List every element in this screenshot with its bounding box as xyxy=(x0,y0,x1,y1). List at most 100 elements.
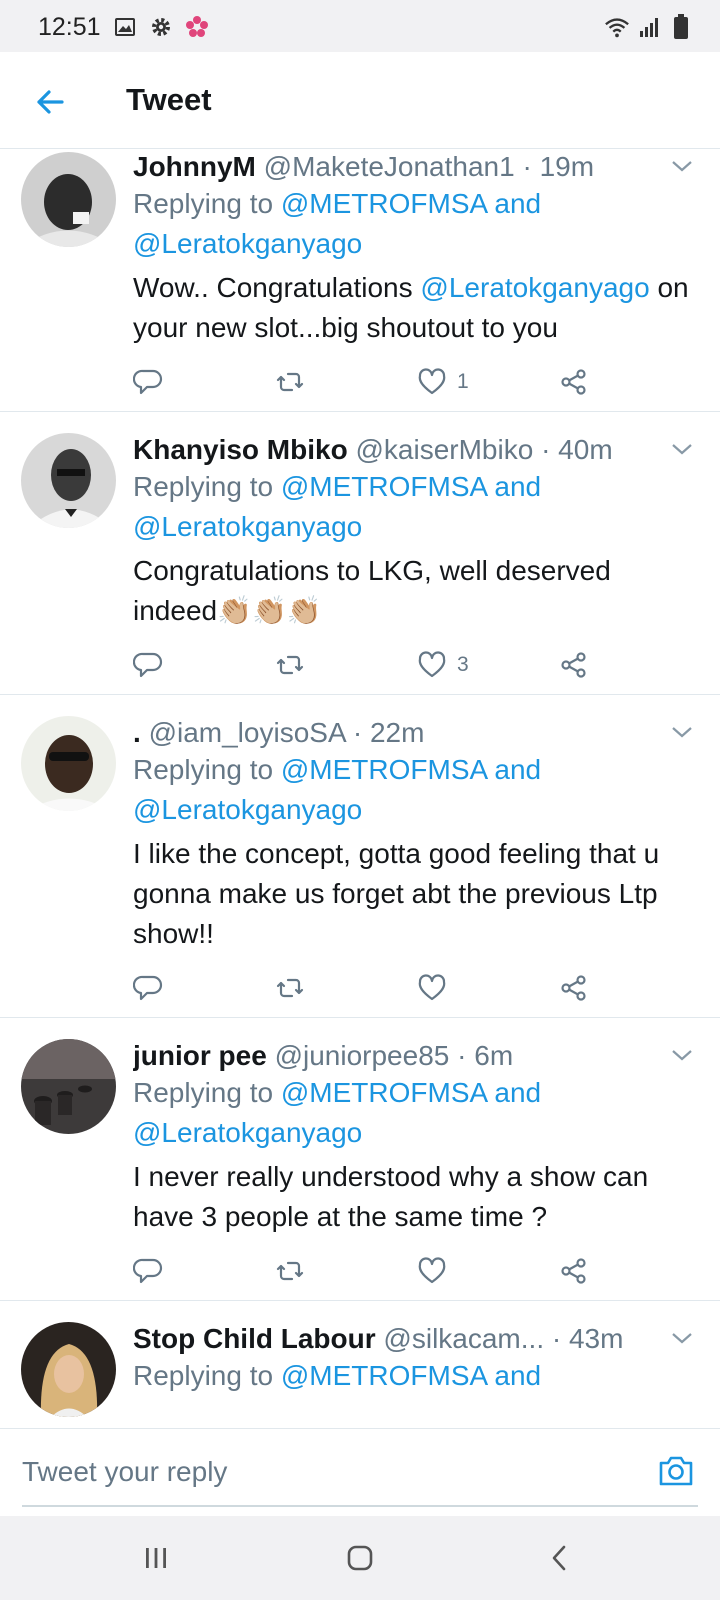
reply-mention-link[interactable]: @METROFMSA and xyxy=(281,1360,541,1391)
tweet-item[interactable]: JohnnyM @MaketeJonathan1 · 19m Replying … xyxy=(0,150,720,412)
tweet-item[interactable]: . @iam_loyisoSA · 22m Replying to @METRO… xyxy=(0,696,720,1018)
tweet-time: · 40m xyxy=(541,434,613,465)
share-button[interactable] xyxy=(559,645,589,685)
share-button[interactable] xyxy=(559,968,589,1008)
recents-icon xyxy=(146,1548,166,1568)
avatar[interactable] xyxy=(21,1039,116,1134)
reply-button[interactable] xyxy=(133,645,163,685)
reply-button[interactable] xyxy=(133,968,163,1008)
reply-button[interactable] xyxy=(133,1251,163,1291)
avatar[interactable] xyxy=(21,1322,116,1417)
tweet-actions: 3 xyxy=(133,645,603,685)
camera-icon xyxy=(659,1456,693,1486)
reply-mention-link[interactable]: @Leratokganyago xyxy=(133,228,362,259)
share-icon xyxy=(561,975,586,1001)
display-name[interactable]: junior pee xyxy=(133,1040,267,1071)
heart-icon xyxy=(418,368,446,395)
tweet-time: · 43m xyxy=(551,1323,624,1354)
home-button[interactable] xyxy=(340,1538,380,1578)
app-header: Tweet xyxy=(0,52,720,149)
reply-mention-link[interactable]: @METROFMSA and xyxy=(281,1077,541,1108)
tweet-actions xyxy=(133,1251,603,1291)
avatar[interactable] xyxy=(21,433,116,528)
reply-input[interactable] xyxy=(22,1447,622,1497)
retweet-button[interactable] xyxy=(275,362,305,402)
like-count: 3 xyxy=(457,653,469,676)
avatar[interactable] xyxy=(21,152,116,247)
signal-icon xyxy=(636,14,662,40)
chevron-down-icon[interactable] xyxy=(668,1324,696,1352)
heart-icon xyxy=(418,974,446,1001)
display-name[interactable]: Khanyiso Mbiko xyxy=(133,434,348,465)
tweet-text: Wow.. Congratulations @Leratokganyago on… xyxy=(133,272,689,343)
like-button[interactable]: 3 xyxy=(417,645,469,685)
retweet-button[interactable] xyxy=(275,968,305,1008)
replying-to: Replying to @METROFMSA and @Leratokganya… xyxy=(133,471,542,542)
system-nav-bar xyxy=(0,1516,720,1600)
mention-link[interactable]: @Leratokganyago xyxy=(420,272,649,303)
replying-to: Replying to @METROFMSA and @Leratokganya… xyxy=(133,1077,542,1148)
like-button[interactable]: 1 xyxy=(417,362,469,402)
reply-button[interactable] xyxy=(133,362,163,402)
chevron-down-icon[interactable] xyxy=(668,435,696,463)
retweet-button[interactable] xyxy=(275,645,305,685)
flower-icon xyxy=(184,14,210,40)
like-button[interactable] xyxy=(417,968,447,1008)
user-handle[interactable]: @juniorpee85 xyxy=(275,1040,450,1071)
camera-button[interactable] xyxy=(656,1451,696,1491)
replying-to: Replying to @METROFMSA and xyxy=(133,1360,542,1391)
display-name[interactable]: . xyxy=(133,717,141,748)
tweet-text: Congratulations to LKG, well deserved in… xyxy=(133,555,611,626)
reply-mention-link[interactable]: @Leratokganyago xyxy=(133,1117,362,1148)
heart-icon xyxy=(418,1257,446,1284)
user-handle[interactable]: @iam_loyisoSA xyxy=(149,717,346,748)
reply-mention-link[interactable]: @Leratokganyago xyxy=(133,511,362,542)
heart-icon xyxy=(418,651,446,678)
nav-back-button[interactable] xyxy=(540,1538,580,1578)
retweet-icon xyxy=(276,655,304,675)
tweet-item[interactable]: Stop Child Labour @silkacam... · 43m Rep… xyxy=(0,1302,720,1428)
reply-mention-link[interactable]: @METROFMSA and xyxy=(281,754,541,785)
gear-icon xyxy=(148,14,174,40)
retweet-icon xyxy=(276,372,304,392)
share-icon xyxy=(561,652,586,678)
tweet-meta: junior pee @juniorpee85 · 6m xyxy=(133,1039,696,1073)
chevron-down-icon[interactable] xyxy=(668,1041,696,1069)
display-name[interactable]: JohnnyM xyxy=(133,151,256,182)
tweet-text: I like the concept, gotta good feeling t… xyxy=(133,838,660,949)
tweet-time: · 6m xyxy=(457,1040,514,1071)
reply-icon xyxy=(133,652,163,678)
like-count: 1 xyxy=(457,370,469,393)
share-button[interactable] xyxy=(559,362,589,402)
avatar[interactable] xyxy=(21,716,116,811)
user-handle[interactable]: @MaketeJonathan1 xyxy=(264,151,515,182)
tweet-time: · 19m xyxy=(522,151,595,182)
status-time: 12:51 xyxy=(38,13,101,41)
retweet-button[interactable] xyxy=(275,1251,305,1291)
back-button[interactable] xyxy=(30,82,70,122)
recents-button[interactable] xyxy=(136,1538,176,1578)
tweet-time: · 22m xyxy=(352,717,425,748)
tweet-meta: . @iam_loyisoSA · 22m xyxy=(133,716,696,750)
user-handle[interactable]: @silkacam... xyxy=(383,1323,544,1354)
reply-mention-link[interactable]: @METROFMSA and xyxy=(281,471,541,502)
share-button[interactable] xyxy=(559,1251,589,1291)
tweet-item[interactable]: Khanyiso Mbiko @kaiserMbiko · 40m Replyi… xyxy=(0,413,720,695)
tweet-meta: Stop Child Labour @silkacam... · 43m xyxy=(133,1322,696,1356)
chevron-down-icon[interactable] xyxy=(668,718,696,746)
display-name[interactable]: Stop Child Labour xyxy=(133,1323,376,1354)
tweet-item[interactable]: junior pee @juniorpee85 · 6m Replying to… xyxy=(0,1019,720,1301)
user-handle[interactable]: @kaiserMbiko xyxy=(355,434,533,465)
chevron-down-icon[interactable] xyxy=(668,152,696,180)
like-button[interactable] xyxy=(417,1251,447,1291)
reply-composer xyxy=(0,1428,720,1516)
reply-icon xyxy=(133,369,163,395)
arrow-left-icon xyxy=(37,90,64,114)
tweet-meta: JohnnyM @MaketeJonathan1 · 19m xyxy=(133,150,696,184)
reply-mention-link[interactable]: @Leratokganyago xyxy=(133,794,362,825)
reply-mention-link[interactable]: @METROFMSA and xyxy=(281,188,541,219)
tweet-meta: Khanyiso Mbiko @kaiserMbiko · 40m xyxy=(133,433,696,467)
tweet-actions xyxy=(133,968,603,1008)
replies-feed[interactable]: JohnnyM @MaketeJonathan1 · 19m Replying … xyxy=(0,150,720,1428)
share-icon xyxy=(561,369,586,395)
